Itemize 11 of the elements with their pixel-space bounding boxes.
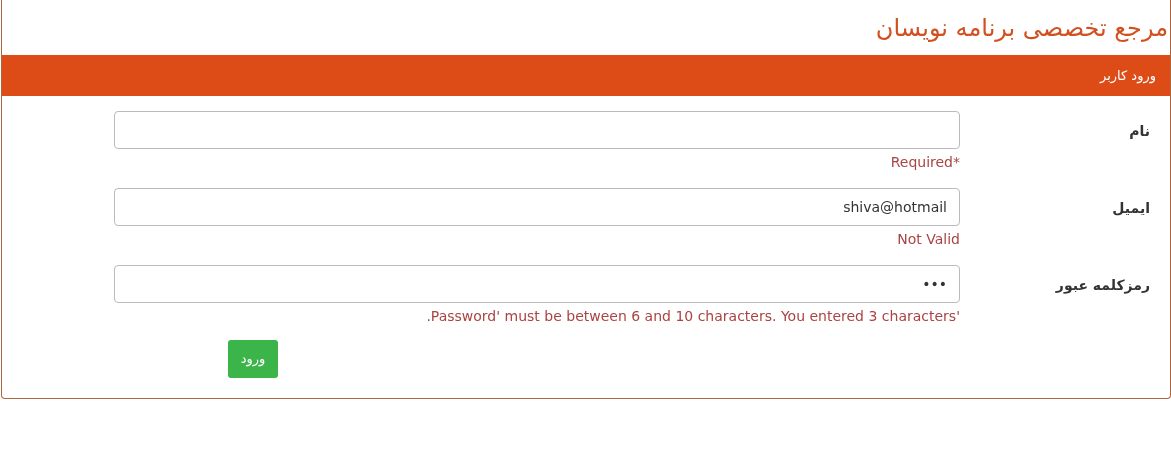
error-message: Not Valid xyxy=(897,231,960,247)
field-label: ایمیل xyxy=(1111,199,1151,218)
input-field[interactable]: shiva@hotmail xyxy=(114,188,960,226)
site-title: مرجع تخصصی برنامه نویسان xyxy=(874,13,1169,44)
field-label: رمزکلمه عبور xyxy=(1054,276,1151,296)
error-message: 'Password' must be between 6 and 10 characters. You entered 3 characters. xyxy=(426,308,960,324)
error-message: *Required xyxy=(890,154,960,170)
field-label: نام xyxy=(1128,122,1151,141)
input-field[interactable] xyxy=(114,111,960,149)
panel-heading: ورود کاربر xyxy=(2,55,1170,96)
input-field[interactable]: ••• xyxy=(114,265,960,303)
